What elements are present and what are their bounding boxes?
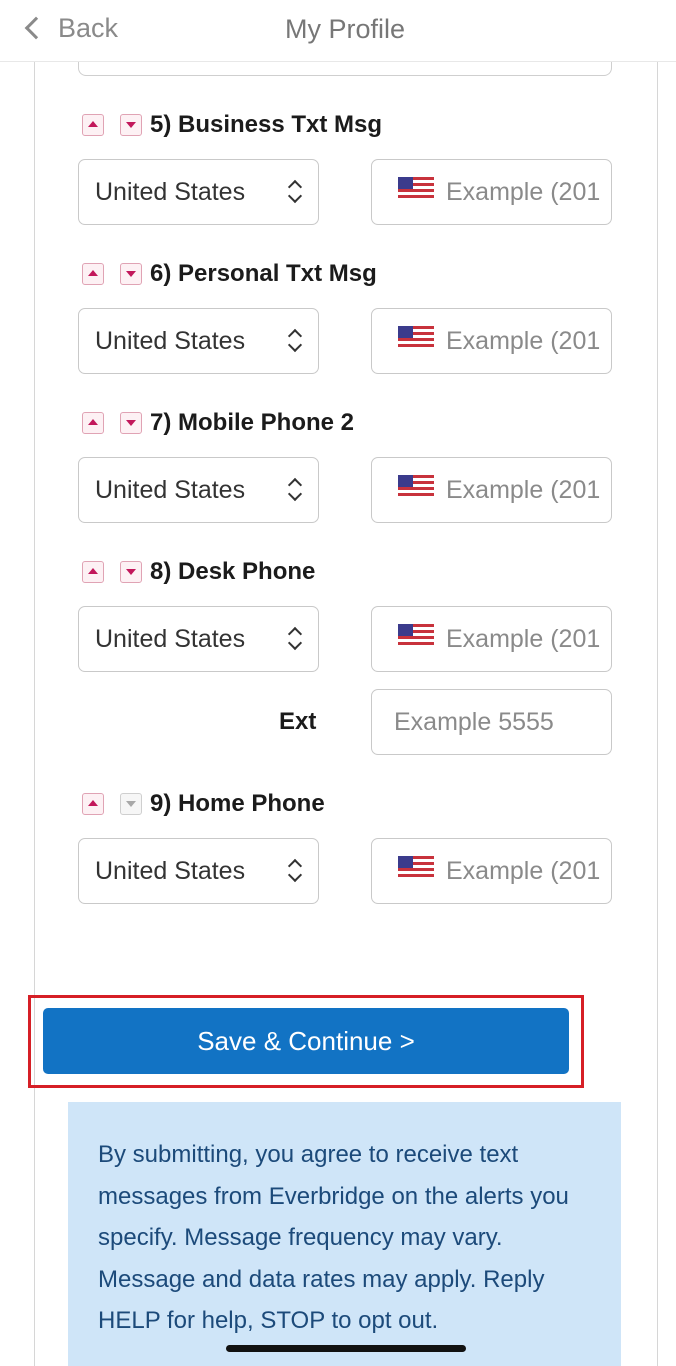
phone-input-placeholder: Example (201: [446, 177, 601, 206]
country-select[interactable]: United States: [78, 457, 319, 523]
up-down-caret-icon: [288, 329, 302, 353]
ext-label: Ext: [279, 708, 317, 735]
phone-input[interactable]: Example (201: [371, 308, 612, 374]
field-label: 5) Business Txt Msg: [150, 111, 383, 138]
ext-input[interactable]: Example 5555: [371, 689, 612, 755]
field-label-row-business-txt: 5) Business Txt Msg: [82, 110, 382, 140]
save-continue-button[interactable]: Save & Continue >: [43, 1008, 569, 1074]
move-down-icon[interactable]: [120, 412, 142, 434]
field-label-row-mobile-phone-2: 7) Mobile Phone 2: [82, 408, 354, 438]
us-flag-icon: [398, 475, 434, 497]
phone-input-placeholder: Example (201: [446, 624, 601, 653]
field-label: 7) Mobile Phone 2: [150, 409, 355, 436]
move-up-icon[interactable]: [82, 263, 104, 285]
move-up-icon[interactable]: [82, 412, 104, 434]
move-up-icon[interactable]: [82, 114, 104, 136]
country-select-value: United States: [95, 624, 246, 653]
move-up-icon[interactable]: [82, 793, 104, 815]
country-select[interactable]: United States: [78, 838, 319, 904]
field-label-row-desk-phone: 8) Desk Phone: [82, 557, 315, 587]
up-down-caret-icon: [288, 478, 302, 502]
top-navigation-bar: Back My Profile: [0, 0, 676, 62]
country-select[interactable]: United States: [78, 606, 319, 672]
country-select[interactable]: United States: [78, 308, 319, 374]
home-indicator: [226, 1345, 466, 1352]
us-flag-icon: [398, 856, 434, 878]
field-label: 6) Personal Txt Msg: [150, 260, 377, 287]
field-label-row-home-phone: 9) Home Phone: [82, 789, 325, 819]
field-label-row-personal-txt: 6) Personal Txt Msg: [82, 259, 377, 289]
phone-input-placeholder: Example (201: [446, 326, 601, 355]
up-down-caret-icon: [288, 627, 302, 651]
country-select-value: United States: [95, 177, 246, 206]
country-select[interactable]: United States: [78, 159, 319, 225]
phone-input[interactable]: Example (201: [371, 457, 612, 523]
sms-consent-notice: By submitting, you agree to receive text…: [68, 1102, 621, 1366]
country-select-value: United States: [95, 475, 246, 504]
sms-consent-text: By submitting, you agree to receive text…: [98, 1141, 569, 1334]
move-down-icon[interactable]: [120, 263, 142, 285]
move-up-icon[interactable]: [82, 561, 104, 583]
field-label: 8) Desk Phone: [150, 558, 316, 585]
country-select-value: United States: [95, 856, 246, 885]
us-flag-icon: [398, 624, 434, 646]
up-down-caret-icon: [288, 859, 302, 883]
phone-input-placeholder: Example (201: [446, 856, 601, 885]
phone-input[interactable]: Example (201: [371, 838, 612, 904]
up-down-caret-icon: [288, 180, 302, 204]
ext-input-placeholder: Example 5555: [394, 707, 554, 736]
move-down-icon[interactable]: [120, 561, 142, 583]
phone-input[interactable]: Example (201: [371, 159, 612, 225]
us-flag-icon: [398, 177, 434, 199]
country-select-value: United States: [95, 326, 246, 355]
phone-input-placeholder: Example (201: [446, 475, 601, 504]
us-flag-icon: [398, 326, 434, 348]
move-down-icon: [120, 793, 142, 815]
move-down-icon[interactable]: [120, 114, 142, 136]
phone-input[interactable]: Example (201: [371, 606, 612, 672]
field-label: 9) Home Phone: [150, 790, 325, 817]
page-title: My Profile: [284, 14, 406, 44]
